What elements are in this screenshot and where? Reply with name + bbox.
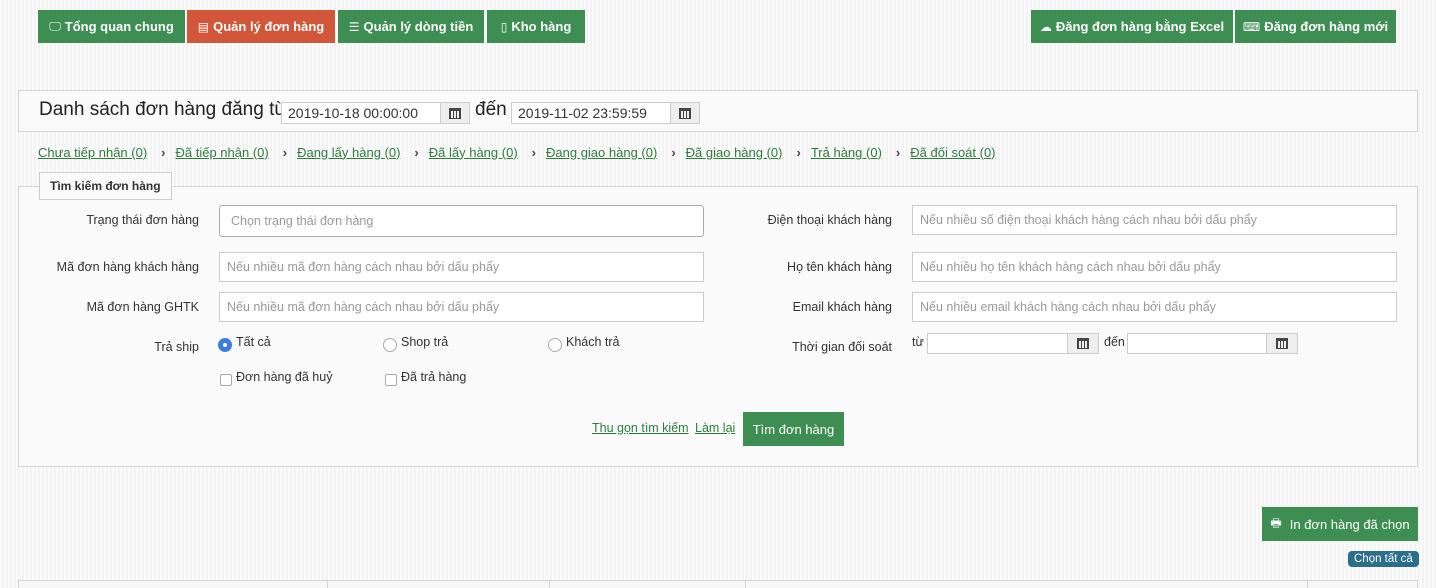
tab-chua-tiep-nhan[interactable]: Chưa tiếp nhận (0) (38, 145, 147, 160)
calendar-icon (449, 107, 461, 119)
status-select[interactable]: Chọn trạng thái đơn hàng (219, 205, 704, 237)
reconcile-from-calendar-button[interactable] (1067, 333, 1099, 354)
tab-dang-giao-hang[interactable]: Đang giao hàng (0) (546, 145, 657, 160)
status-field-label: Trạng thái đơn hàng (86, 213, 199, 227)
table-column-divider (745, 581, 746, 588)
print-selected-button[interactable]: 🖶 In đơn hàng đã chọn (1262, 507, 1418, 541)
reconcile-from-input[interactable] (927, 333, 1068, 354)
returned-checkbox[interactable] (385, 374, 397, 386)
select-all-button[interactable]: Chọn tất cả (1348, 551, 1419, 567)
nav-cashflow-button[interactable]: ☰ Quản lý dòng tiền (338, 10, 484, 43)
nav-orders-label: Quản lý đơn hàng (213, 19, 325, 34)
status-tabs: Chưa tiếp nhận (0) › Đã tiếp nhận (0) › … (38, 143, 996, 161)
reconcile-time-label: Thời gian đối soát (792, 340, 892, 354)
order-table-header (18, 580, 1418, 588)
ship-all-label: Tất cả (236, 335, 271, 349)
new-order-label: Đăng đơn hàng mới (1264, 19, 1389, 34)
nav-overview-button[interactable]: 🖵 Tổng quan chung (38, 10, 185, 43)
tab-da-giao-hang[interactable]: Đã giao hàng (0) (686, 145, 783, 160)
customer-code-label: Mã đơn hàng khách hàng (56, 260, 199, 274)
ship-shop-radio[interactable] (383, 338, 397, 352)
ship-shop-label: Shop trả (401, 335, 449, 349)
chevron-right-icon: › (796, 144, 801, 160)
search-orders-button[interactable]: Tìm đơn hàng (743, 412, 844, 446)
chevron-right-icon: › (161, 144, 166, 160)
phone-label: Điện thoại khách hàng (767, 213, 892, 227)
nav-warehouse-label: Kho hàng (511, 19, 572, 34)
customer-name-label: Họ tên khách hàng (787, 260, 892, 274)
print-icon: 🖶 (1270, 515, 1282, 530)
tab-tra-hang[interactable]: Trả hàng (0) (811, 145, 882, 160)
phone-input[interactable]: Nếu nhiều số điện thoại khách hàng cách … (912, 205, 1397, 235)
from-date-calendar-button[interactable] (440, 102, 470, 124)
tab-da-doi-soat[interactable]: Đã đối soát (0) (910, 145, 995, 160)
chevron-right-icon: › (671, 144, 676, 160)
ship-all-radio[interactable] (218, 338, 232, 352)
cancelled-label: Đơn hàng đã huỷ (236, 370, 333, 384)
ghtk-code-input[interactable]: Nếu nhiều mã đơn hàng cách nhau bởi dấu … (219, 292, 704, 322)
table-column-divider (327, 581, 328, 588)
to-date-input[interactable]: 2019-11-02 23:59:59 (511, 102, 671, 124)
table-column-divider (549, 581, 550, 588)
collapse-search-link[interactable]: Thu gọn tìm kiếm (592, 421, 689, 435)
to-label: đến (475, 99, 507, 120)
reconcile-to-calendar-button[interactable] (1266, 333, 1298, 354)
print-selected-label: In đơn hàng đã chọn (1289, 516, 1410, 532)
list-icon: ☰ (348, 19, 360, 34)
ghtk-code-label: Mã đơn hàng GHTK (86, 300, 199, 314)
customer-name-input[interactable]: Nếu nhiều họ tên khách hàng cách nhau bở… (912, 252, 1397, 282)
tab-da-lay-hang[interactable]: Đã lấy hàng (0) (429, 145, 518, 160)
chevron-right-icon: › (531, 144, 536, 160)
ship-customer-radio[interactable] (548, 338, 562, 352)
from-date-input[interactable]: 2019-10-18 00:00:00 (281, 102, 441, 124)
tablet-icon: ▯ (500, 19, 508, 34)
returned-label: Đã trả hàng (401, 370, 467, 384)
email-input[interactable]: Nếu nhiều email khách hàng cách nhau bởi… (912, 292, 1397, 322)
ship-customer-label: Khách trả (566, 335, 620, 349)
cancelled-checkbox[interactable] (220, 374, 232, 386)
email-label: Email khách hàng (792, 300, 892, 314)
nav-overview-label: Tổng quan chung (64, 19, 174, 34)
upload-excel-label: Đăng đơn hàng bằng Excel (1055, 19, 1225, 34)
tab-dang-lay-hang[interactable]: Đang lấy hàng (0) (297, 145, 400, 160)
calendar-icon (1077, 338, 1089, 349)
cloud-upload-icon: ☁ (1039, 19, 1052, 34)
list-alt-icon: ▤ (197, 19, 210, 34)
chevron-right-icon: › (414, 144, 419, 160)
keyboard-icon: ⌨ (1242, 19, 1261, 34)
to-date-calendar-button[interactable] (670, 102, 700, 124)
new-order-button[interactable]: ⌨ Đăng đơn hàng mới (1235, 10, 1396, 43)
search-legend: Tìm kiếm đơn hàng (39, 172, 172, 200)
page-title: Danh sách đơn hàng đăng từ (39, 99, 288, 120)
nav-orders-button[interactable]: ▤ Quản lý đơn hàng (187, 10, 335, 43)
monitor-icon: 🖵 (49, 19, 61, 33)
chevron-right-icon: › (282, 144, 288, 160)
nav-cashflow-label: Quản lý dòng tiền (363, 19, 474, 34)
tab-da-tiep-nhan[interactable]: Đã tiếp nhận (0) (176, 145, 269, 160)
reconcile-to-input[interactable] (1127, 333, 1267, 354)
reconcile-to-label: đến (1104, 335, 1125, 349)
calendar-icon (1276, 338, 1288, 349)
upload-excel-button[interactable]: ☁ Đăng đơn hàng bằng Excel (1031, 10, 1233, 43)
reset-link[interactable]: Làm lại (695, 421, 735, 435)
nav-warehouse-button[interactable]: ▯ Kho hàng (487, 10, 585, 43)
customer-code-input[interactable]: Nếu nhiều mã đơn hàng cách nhau bởi dấu … (219, 252, 704, 282)
reconcile-from-label: từ (912, 335, 924, 349)
table-column-divider (1307, 581, 1308, 588)
calendar-icon (679, 107, 691, 119)
order-list-header: Danh sách đơn hàng đăng từ 2019-10-18 00… (18, 90, 1418, 132)
chevron-right-icon: › (895, 144, 901, 160)
ship-payer-label: Trả ship (154, 340, 199, 354)
